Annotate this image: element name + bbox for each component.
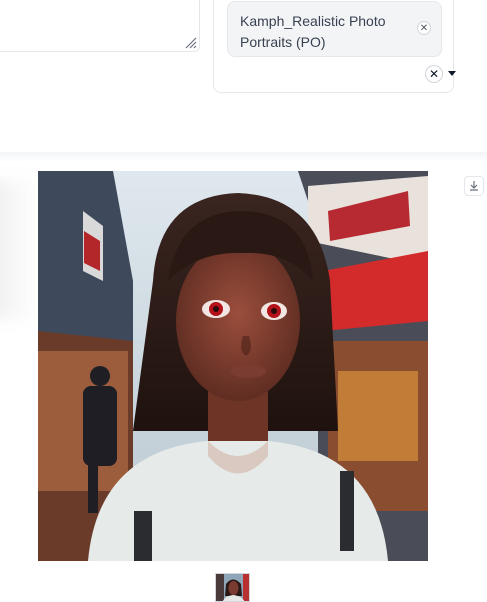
- output-gallery: [0, 162, 487, 602]
- close-icon[interactable]: ✕: [417, 21, 431, 35]
- download-button[interactable]: [464, 176, 484, 196]
- caret-down-icon[interactable]: [448, 71, 456, 76]
- selected-style-chip[interactable]: Kamph_Realistic Photo Portraits (PO) ✕: [227, 1, 442, 57]
- thumbnail-image: [216, 574, 249, 601]
- prompt-textarea[interactable]: [0, 0, 200, 52]
- download-icon: [470, 181, 478, 191]
- selected-style-label: Kamph_Realistic Photo Portraits (PO): [240, 13, 386, 50]
- style-multiselect: Kamph_Realistic Photo Portraits (PO) ✕ ✕: [213, 0, 456, 93]
- generated-portrait-image[interactable]: [38, 171, 428, 561]
- previous-image-preview: [0, 180, 40, 320]
- resize-handle-icon[interactable]: [183, 35, 197, 49]
- section-divider: [0, 152, 487, 162]
- clear-selection-button[interactable]: ✕: [425, 65, 443, 83]
- gallery-thumbnail[interactable]: [215, 573, 250, 602]
- portrait-illustration: [38, 171, 428, 561]
